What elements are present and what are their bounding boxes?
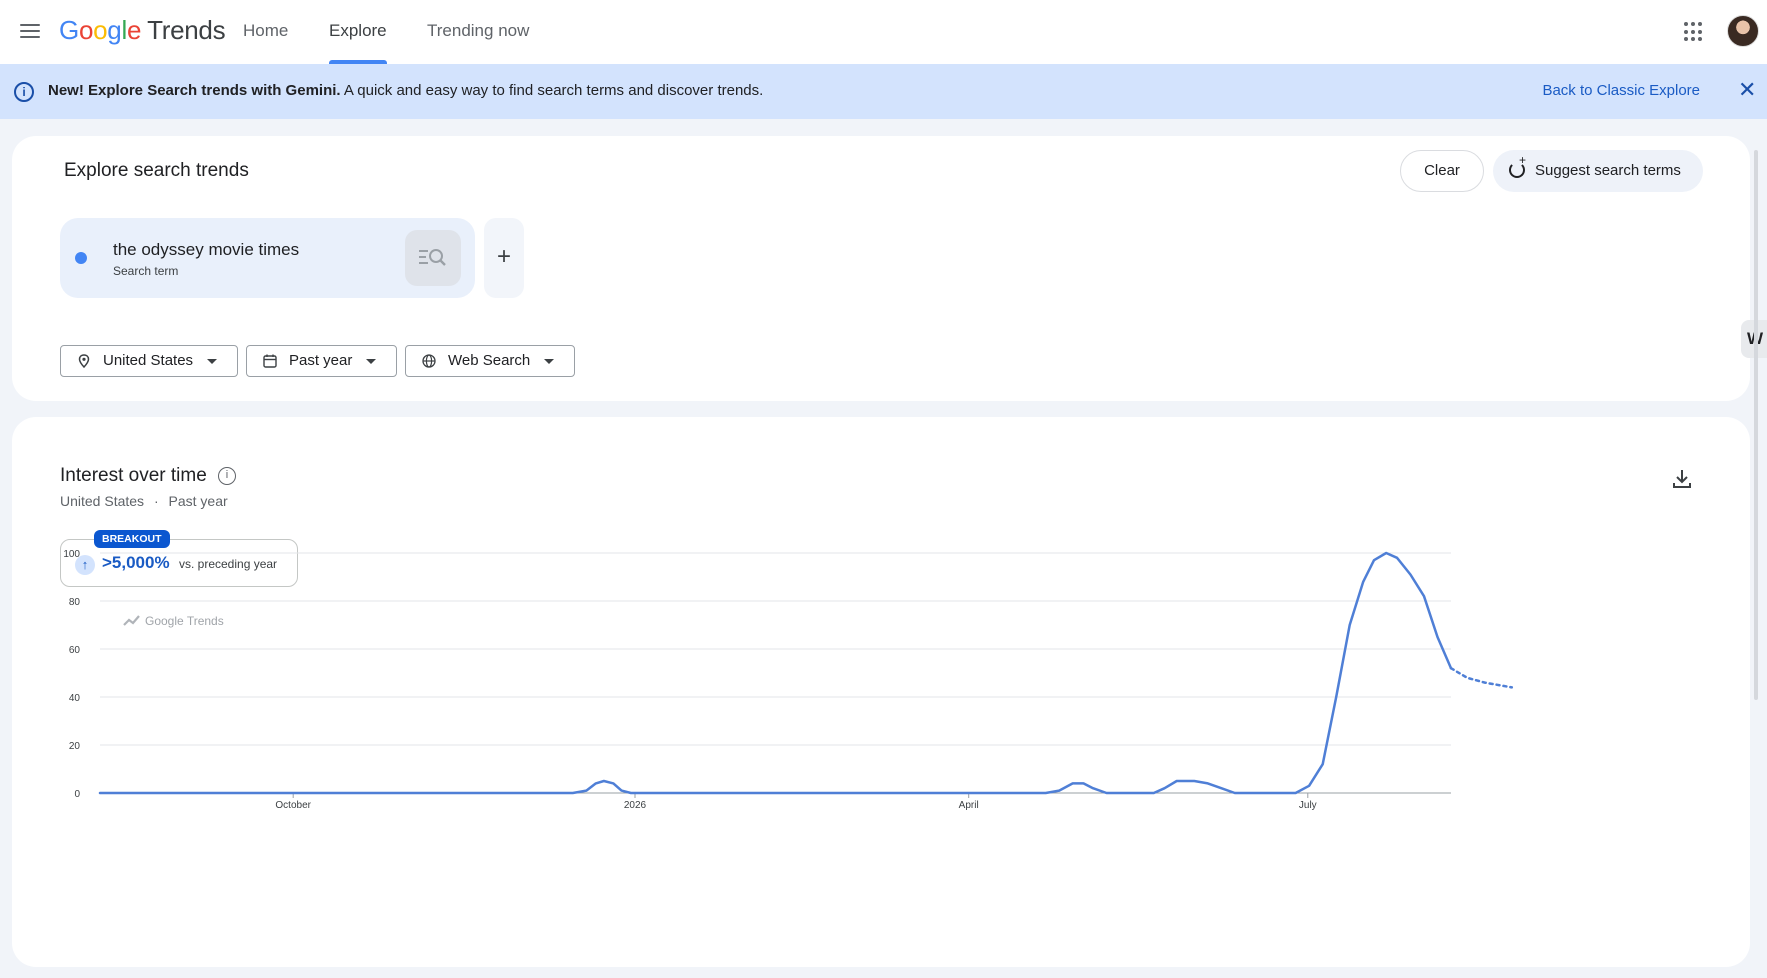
menu-icon[interactable]: [18, 20, 42, 44]
nav-trending-now[interactable]: Trending now: [427, 0, 529, 64]
y-tick-label: 40: [69, 693, 81, 704]
suggest-label: Suggest search terms: [1535, 162, 1681, 179]
series-line: [98, 551, 1453, 795]
watermark-text: Google Trends: [145, 614, 224, 628]
scrollbar[interactable]: [1754, 150, 1758, 700]
location-filter-label: United States: [103, 352, 194, 369]
info-icon: i: [14, 82, 34, 102]
x-tick-label: 2026: [624, 800, 647, 811]
top-bar: Google Trends Home Explore Trending now: [0, 0, 1767, 64]
sparkle-refresh-icon: [1509, 154, 1526, 178]
banner-message: New! Explore Search trends with Gemini. …: [48, 82, 763, 99]
chevron-down-icon: [544, 359, 554, 364]
logo-google-text: Google: [59, 15, 142, 45]
nav-explore[interactable]: Explore: [329, 0, 387, 64]
chevron-down-icon: [366, 359, 376, 364]
globe-icon: [422, 354, 436, 368]
y-tick-label: 80: [69, 597, 81, 608]
x-tick-label: October: [275, 800, 311, 811]
trends-logo-icon: [123, 615, 140, 626]
apps-grid-icon[interactable]: [1684, 22, 1704, 42]
time-filter-label: Past year: [289, 352, 353, 369]
time-filter[interactable]: Past year: [246, 345, 397, 377]
location-pin-icon: [78, 354, 90, 368]
interest-over-time-card: Interest over time i United States · Pas…: [12, 417, 1750, 967]
explore-card: Explore search trends Clear Suggest sear…: [12, 136, 1750, 401]
property-filter-label: Web Search: [448, 352, 531, 369]
x-tick-labels: October 2026 April July: [275, 793, 1317, 811]
suggest-search-terms-button[interactable]: Suggest search terms: [1493, 150, 1703, 192]
search-term-chip[interactable]: the odyssey movie times Search term: [60, 218, 475, 298]
interest-chart: 0 20 40 60 80 100 October 2026 April July Google…: [63, 549, 1514, 811]
x-tick-label: April: [959, 800, 979, 811]
y-tick-label: 60: [69, 645, 81, 656]
banner-bold-text: New! Explore Search trends with Gemini.: [48, 82, 341, 99]
term-type: Search term: [113, 264, 179, 278]
gemini-banner: i New! Explore Search trends with Gemini…: [0, 64, 1767, 119]
y-tick-label: 20: [69, 741, 81, 752]
clear-button[interactable]: Clear: [1400, 150, 1484, 192]
chevron-down-icon: [207, 359, 217, 364]
logo-trends-text: Trends: [147, 15, 226, 45]
explore-title: Explore search trends: [64, 160, 249, 181]
banner-text: A quick and easy way to find search term…: [340, 82, 764, 99]
term-search-button[interactable]: [405, 230, 461, 286]
google-trends-logo[interactable]: Google Trends: [59, 15, 226, 46]
chart-grid: [100, 552, 1451, 794]
avatar[interactable]: [1727, 15, 1759, 47]
chart-series: [98, 551, 1514, 795]
back-to-classic-link[interactable]: Back to Classic Explore: [1542, 82, 1700, 99]
series-partial-line: [1449, 666, 1514, 689]
add-term-button[interactable]: +: [484, 218, 524, 298]
term-name: the odyssey movie times: [113, 240, 300, 259]
watermark: Google Trends: [123, 614, 224, 628]
location-filter[interactable]: United States: [60, 345, 238, 377]
y-tick-labels: 0 20 40 60 80 100: [63, 549, 80, 800]
close-icon[interactable]: ✕: [1738, 79, 1756, 101]
term-color-dot: [75, 252, 87, 264]
y-tick-label: 0: [74, 789, 80, 800]
y-tick-label: 100: [63, 549, 80, 560]
calendar-icon: [263, 354, 277, 368]
search-list-icon: [419, 249, 446, 266]
x-tick-label: July: [1299, 800, 1317, 811]
nav-home[interactable]: Home: [243, 0, 288, 64]
property-filter[interactable]: Web Search: [405, 345, 575, 377]
